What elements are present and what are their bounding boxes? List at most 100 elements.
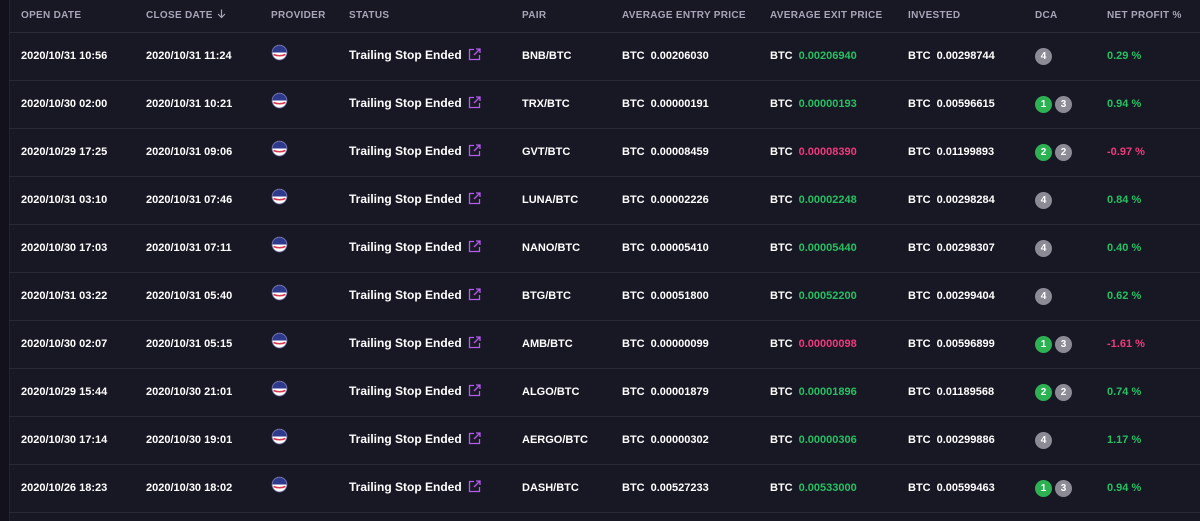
invested-cell: BTC 0.00299886 [896, 416, 1023, 464]
table-row[interactable]: 2020/10/29 17:25 2020/10/31 09:06 Traili… [9, 128, 1200, 176]
external-link-icon[interactable] [468, 384, 481, 400]
header-close-date[interactable]: CLOSE DATE [134, 0, 259, 33]
arrow-down-icon[interactable] [217, 9, 226, 22]
provider-logo-icon[interactable] [271, 284, 288, 301]
header-avg-entry[interactable]: AVERAGE ENTRY PRICE [610, 0, 758, 33]
open-date-cell: 2020/10/31 03:22 [9, 272, 134, 320]
header-provider[interactable]: PROVIDER [259, 0, 337, 33]
table-row[interactable]: 2020/10/30 17:03 2020/10/31 07:11 Traili… [9, 224, 1200, 272]
close-date-cell: 2020/10/31 10:21 [134, 80, 259, 128]
provider-logo-icon[interactable] [271, 188, 288, 205]
status-cell: Trailing Stop Ended [337, 368, 510, 416]
header-avg-entry-label: AVERAGE ENTRY PRICE [622, 10, 746, 22]
table-row[interactable]: 2020/10/29 15:44 2020/10/30 21:01 Traili… [9, 368, 1200, 416]
trades-panel: OPEN DATE CLOSE DATE PROVIDER STATUS PAI… [0, 0, 1200, 521]
entry-currency: BTC [622, 338, 645, 350]
open-date: 2020/10/26 18:23 [21, 482, 108, 494]
table-row[interactable]: 2020/10/30 02:00 2020/10/31 10:21 Traili… [9, 80, 1200, 128]
dca-remaining-badge: 3 [1055, 479, 1072, 497]
invested-amount: 0.00298744 [936, 50, 995, 62]
pair-cell: LUNA/BTC [510, 176, 610, 224]
invested-amount: 0.00596899 [936, 338, 995, 350]
invested-amount: 0.00599463 [936, 482, 995, 494]
status-cell: Trailing Stop Ended [337, 224, 510, 272]
net-profit: 0.29 % [1107, 50, 1142, 62]
pair: AMB/BTC [522, 338, 573, 350]
net-profit-cell: 0.84 % [1095, 176, 1200, 224]
avg-entry-cell: BTC 0.00001879 [610, 368, 758, 416]
status-text: Trailing Stop Ended [349, 384, 462, 398]
open-date: 2020/10/29 15:44 [21, 386, 108, 398]
provider-logo-icon[interactable] [271, 428, 288, 445]
dca-filled-badge: 1 [1035, 479, 1052, 497]
header-net-profit[interactable]: NET PROFIT % [1095, 0, 1200, 33]
external-link-icon[interactable] [468, 480, 481, 496]
provider-logo-icon[interactable] [271, 92, 288, 109]
invested-currency: BTC [908, 482, 931, 494]
avg-entry-price: 0.00002226 [650, 194, 709, 206]
entry-currency: BTC [622, 146, 645, 158]
external-link-icon[interactable] [468, 432, 481, 448]
avg-entry-cell: BTC 0.00206030 [610, 32, 758, 80]
provider-logo-icon[interactable] [271, 380, 288, 397]
external-link-icon[interactable] [468, 144, 481, 160]
provider-logo-icon[interactable] [271, 476, 288, 493]
external-link-icon[interactable] [468, 96, 481, 112]
close-date: 2020/10/30 19:01 [146, 434, 233, 446]
provider-logo-icon[interactable] [271, 140, 288, 157]
invested-currency: BTC [908, 386, 931, 398]
provider-logo-icon[interactable] [271, 236, 288, 253]
external-link-icon[interactable] [468, 240, 481, 256]
net-profit: 0.94 % [1107, 482, 1142, 494]
dca-cell: 22 [1023, 128, 1095, 176]
dca-remaining-badge: 4 [1035, 431, 1052, 449]
net-profit-cell: -1.61 % [1095, 320, 1200, 368]
avg-exit-price: 0.00005440 [798, 242, 857, 254]
table-row[interactable]: 2020/10/31 03:10 2020/10/31 07:46 Traili… [9, 176, 1200, 224]
external-link-icon[interactable] [468, 288, 481, 304]
status-cell: Trailing Stop Ended [337, 320, 510, 368]
pair: BNB/BTC [522, 50, 572, 62]
invested-currency: BTC [908, 194, 931, 206]
table-row[interactable]: 2020/10/26 18:23 2020/10/30 18:02 Traili… [9, 464, 1200, 512]
external-link-icon[interactable] [468, 336, 481, 352]
net-profit-cell: 0.94 % [1095, 464, 1200, 512]
open-date-cell: 2020/10/30 02:07 [9, 320, 134, 368]
header-invested[interactable]: INVESTED [896, 0, 1023, 33]
header-avg-exit-label: AVERAGE EXIT PRICE [770, 10, 883, 22]
net-profit: 0.74 % [1107, 386, 1142, 398]
provider-logo-icon[interactable] [271, 44, 288, 61]
invested-amount: 0.01189568 [936, 386, 995, 398]
avg-entry-cell: BTC 0.00000099 [610, 320, 758, 368]
table-row[interactable]: 2020/10/31 10:56 2020/10/31 11:24 Traili… [9, 32, 1200, 80]
avg-exit-cell: BTC 0.00008390 [758, 128, 896, 176]
table-row[interactable]: 2020/10/30 17:14 2020/10/30 19:01 Traili… [9, 416, 1200, 464]
external-link-icon[interactable] [468, 48, 481, 64]
table-row[interactable]: 2020/10/31 03:22 2020/10/31 05:40 Traili… [9, 272, 1200, 320]
avg-entry-price: 0.00008459 [650, 146, 709, 158]
avg-entry-price: 0.00005410 [650, 242, 709, 254]
external-link-icon[interactable] [468, 192, 481, 208]
header-avg-exit[interactable]: AVERAGE EXIT PRICE [758, 0, 896, 33]
net-profit-cell: 0.29 % [1095, 32, 1200, 80]
close-date-cell: 2020/10/31 05:40 [134, 272, 259, 320]
header-open-date-label: OPEN DATE [21, 10, 82, 22]
header-open-date[interactable]: OPEN DATE [9, 0, 134, 33]
close-date: 2020/10/31 10:21 [146, 98, 233, 110]
table-row[interactable]: 2020/10/30 02:07 2020/10/31 05:15 Traili… [9, 320, 1200, 368]
invested-amount: 0.00299404 [936, 290, 995, 302]
exit-currency: BTC [770, 50, 793, 62]
header-pair[interactable]: PAIR [510, 0, 610, 33]
provider-logo-icon[interactable] [271, 332, 288, 349]
status-text: Trailing Stop Ended [349, 192, 462, 206]
close-date: 2020/10/30 18:02 [146, 482, 233, 494]
pair: TRX/BTC [522, 98, 570, 110]
avg-entry-cell: BTC 0.00527233 [610, 464, 758, 512]
avg-entry-cell: BTC 0.00002226 [610, 176, 758, 224]
header-dca[interactable]: DCA [1023, 0, 1095, 33]
dca-remaining-badge: 4 [1035, 287, 1052, 305]
close-date: 2020/10/31 07:46 [146, 194, 233, 206]
closed-positions-table: OPEN DATE CLOSE DATE PROVIDER STATUS PAI… [9, 0, 1200, 513]
header-status[interactable]: STATUS [337, 0, 510, 33]
invested-amount: 0.00298307 [936, 242, 995, 254]
